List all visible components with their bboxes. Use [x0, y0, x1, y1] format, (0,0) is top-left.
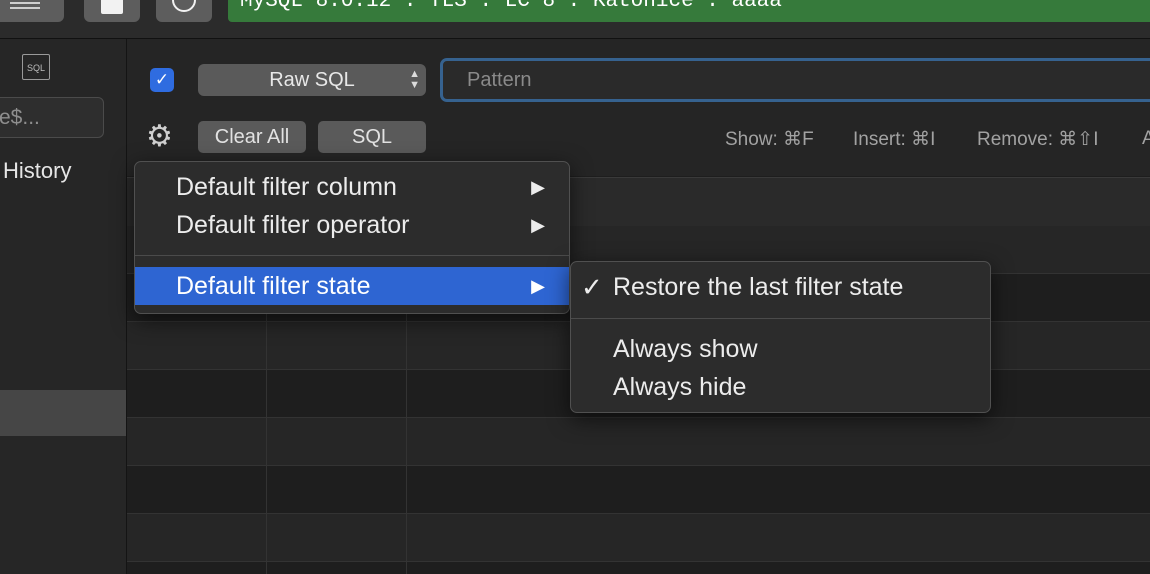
menu-item-default-filter-state[interactable]: Default filter state ▶ [135, 267, 569, 305]
menu-item-label: Default filter column [176, 173, 397, 201]
filter-enabled-checkbox[interactable]: ✓ [150, 68, 174, 92]
menu-item-label: Restore the last filter state [613, 273, 904, 301]
menu-item-label: Always hide [613, 373, 747, 401]
connection-status-bar: MySQL 8.0.12 : TLS : LC 8 : Katonice : a… [228, 0, 1150, 22]
sidebar-item-history[interactable]: History [3, 158, 71, 184]
clear-all-button[interactable]: Clear All [198, 121, 306, 153]
hamburger-icon [10, 2, 40, 4]
filter-mode-select[interactable]: Raw SQL ▲ ▼ [198, 64, 426, 96]
filter-state-submenu: ✓ Restore the last filter state Always s… [570, 261, 991, 413]
table-row[interactable] [127, 514, 1150, 562]
triangle-right-icon: ▶ [531, 215, 545, 235]
checkmark-icon: ✓ [154, 70, 170, 89]
pattern-input[interactable] [443, 61, 1150, 99]
gear-icon[interactable]: ⚙ [146, 122, 173, 152]
up-down-chevron-icon: ▲ ▼ [409, 68, 420, 91]
gear-context-menu: Default filter column ▶ Default filter o… [134, 161, 570, 314]
menu-item-default-filter-column[interactable]: Default filter column ▶ [135, 168, 569, 206]
menu-item-always-show[interactable]: Always show [571, 330, 990, 368]
shortcut-hint-extra: A [1142, 128, 1150, 149]
table-row[interactable] [127, 466, 1150, 514]
checkmark-icon: ✓ [581, 272, 603, 302]
menu-item-label: Default filter operator [176, 211, 410, 239]
filter-mode-label: Raw SQL [269, 69, 355, 91]
sidebar-search-field[interactable]: e$... [0, 97, 104, 138]
menu-item-label: Default filter state [176, 272, 371, 300]
menu-item-always-hide[interactable]: Always hide [571, 368, 990, 406]
connection-status-text: MySQL 8.0.12 : TLS : LC 8 : Katonice : a… [240, 0, 782, 13]
sql-button[interactable]: SQL [318, 121, 426, 153]
pattern-field[interactable] [440, 58, 1150, 102]
stop-icon [101, 0, 123, 14]
sidebar-selected-item[interactable] [0, 390, 126, 436]
shortcut-hint-show: Show: ⌘F [725, 129, 814, 150]
shortcut-hint-remove: Remove: ⌘⇧I [977, 129, 1099, 150]
table-row[interactable] [127, 418, 1150, 466]
sql-file-icon[interactable]: SQL [22, 54, 50, 80]
triangle-right-icon: ▶ [531, 177, 545, 197]
menu-item-default-filter-operator[interactable]: Default filter operator ▶ [135, 206, 569, 244]
menu-item-restore-last-filter-state[interactable]: ✓ Restore the last filter state [571, 268, 990, 306]
menu-item-label: Always show [613, 335, 758, 363]
triangle-right-icon: ▶ [531, 276, 545, 296]
shortcut-hint-insert: Insert: ⌘I [853, 129, 936, 150]
